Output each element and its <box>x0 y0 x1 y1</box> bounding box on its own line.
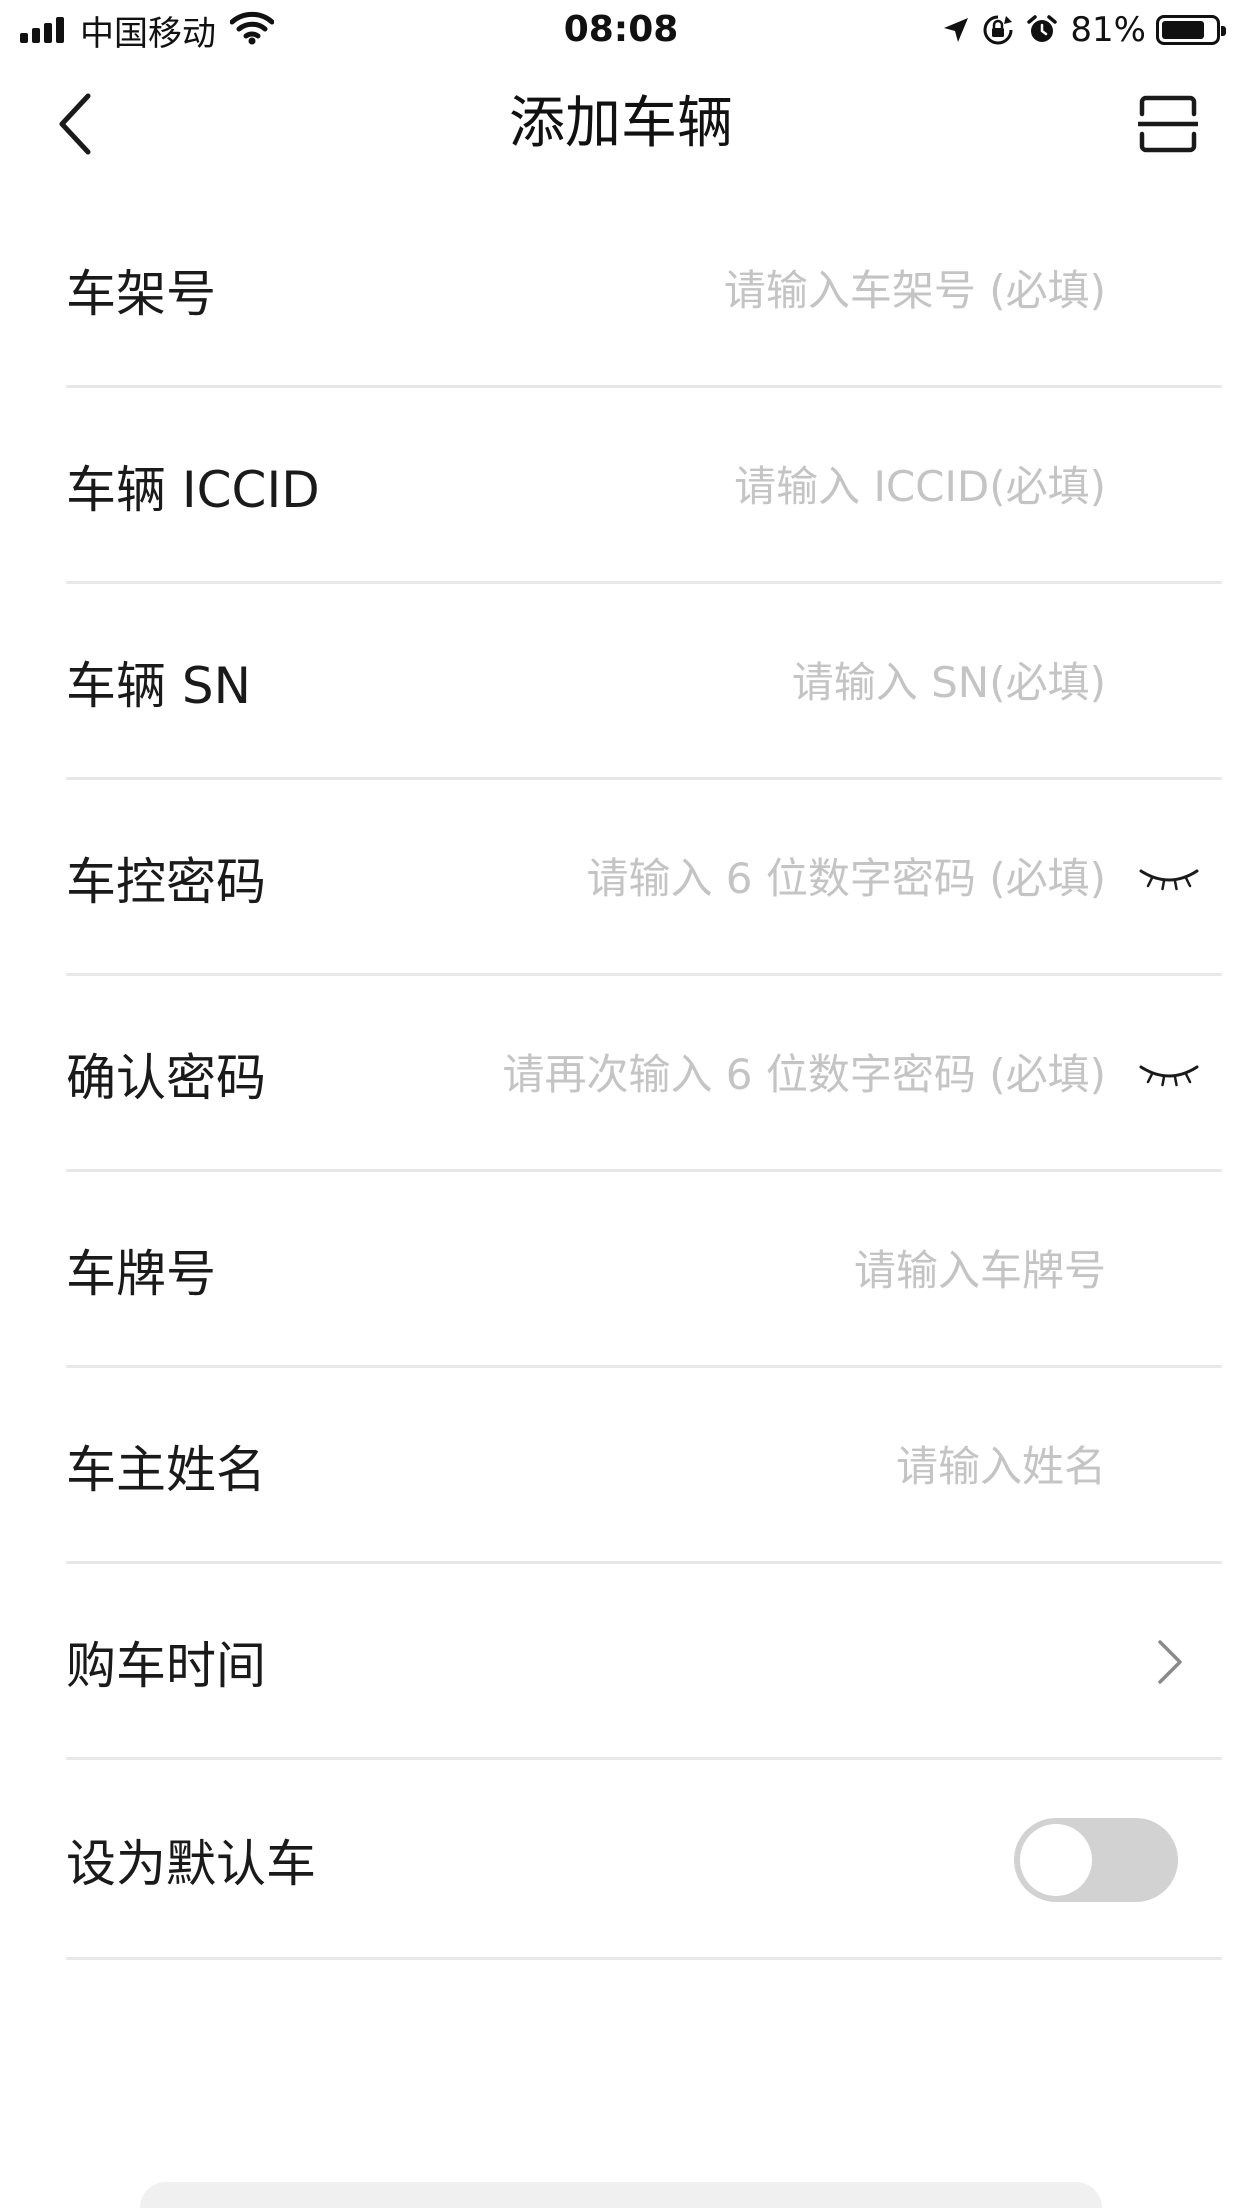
control-password-row: 车控密码 <box>0 780 1242 976</box>
alarm-icon <box>1026 14 1058 46</box>
battery-level <box>1162 21 1205 39</box>
toggle-knob <box>1020 1824 1092 1896</box>
frame-number-row: 车架号 <box>0 192 1242 388</box>
eye-closed-icon <box>1139 1065 1199 1087</box>
purchase-time-row[interactable]: 购车时间 <box>0 1564 1242 1760</box>
submit-button[interactable] <box>140 2182 1102 2208</box>
sn-input[interactable] <box>366 584 1106 780</box>
plate-number-label: 车牌号 <box>66 1245 216 1303</box>
add-vehicle-form: 车架号 车辆 ICCID 车辆 SN 车控密码 确认密码 <box>0 192 1242 1960</box>
set-default-label: 设为默认车 <box>66 1835 316 1893</box>
sn-label: 车辆 SN <box>66 657 252 715</box>
rotation-lock-icon <box>982 14 1014 46</box>
set-default-toggle[interactable] <box>1014 1818 1178 1902</box>
status-bar: 中国移动 08:08 81% <box>0 0 1242 60</box>
battery-percent: 81% <box>1070 10 1146 50</box>
frame-number-input[interactable] <box>366 192 1106 388</box>
purchase-time-label: 购车时间 <box>66 1637 266 1695</box>
plate-number-row: 车牌号 <box>0 1172 1242 1368</box>
scan-icon <box>1138 95 1198 153</box>
iccid-label: 车辆 ICCID <box>66 461 320 519</box>
chevron-right-icon <box>1158 1640 1182 1684</box>
nav-bar: 添加车辆 <box>0 60 1242 192</box>
confirm-password-input[interactable] <box>346 976 1106 1172</box>
page-title: 添加车辆 <box>509 91 733 156</box>
confirm-password-row: 确认密码 <box>0 976 1242 1172</box>
toggle-confirm-password-visibility-button[interactable] <box>1134 976 1204 1172</box>
owner-name-row: 车主姓名 <box>0 1368 1242 1564</box>
sn-row: 车辆 SN <box>0 584 1242 780</box>
iccid-row: 车辆 ICCID <box>0 388 1242 584</box>
set-default-row: 设为默认车 <box>0 1760 1242 1960</box>
location-icon <box>942 16 970 44</box>
control-password-label: 车控密码 <box>66 853 266 911</box>
toggle-password-visibility-button[interactable] <box>1134 780 1204 976</box>
scan-button[interactable] <box>1136 92 1200 156</box>
plate-number-input[interactable] <box>366 1172 1106 1368</box>
owner-name-input[interactable] <box>366 1368 1106 1564</box>
owner-name-label: 车主姓名 <box>66 1441 266 1499</box>
confirm-password-label: 确认密码 <box>66 1049 266 1107</box>
iccid-input[interactable] <box>366 388 1106 584</box>
battery-icon <box>1156 15 1226 45</box>
control-password-input[interactable] <box>366 780 1106 976</box>
purchase-time-chevron <box>1150 1564 1190 1760</box>
status-bar-right: 81% <box>930 8 1226 52</box>
frame-number-label: 车架号 <box>66 265 216 323</box>
eye-closed-icon <box>1139 869 1199 891</box>
